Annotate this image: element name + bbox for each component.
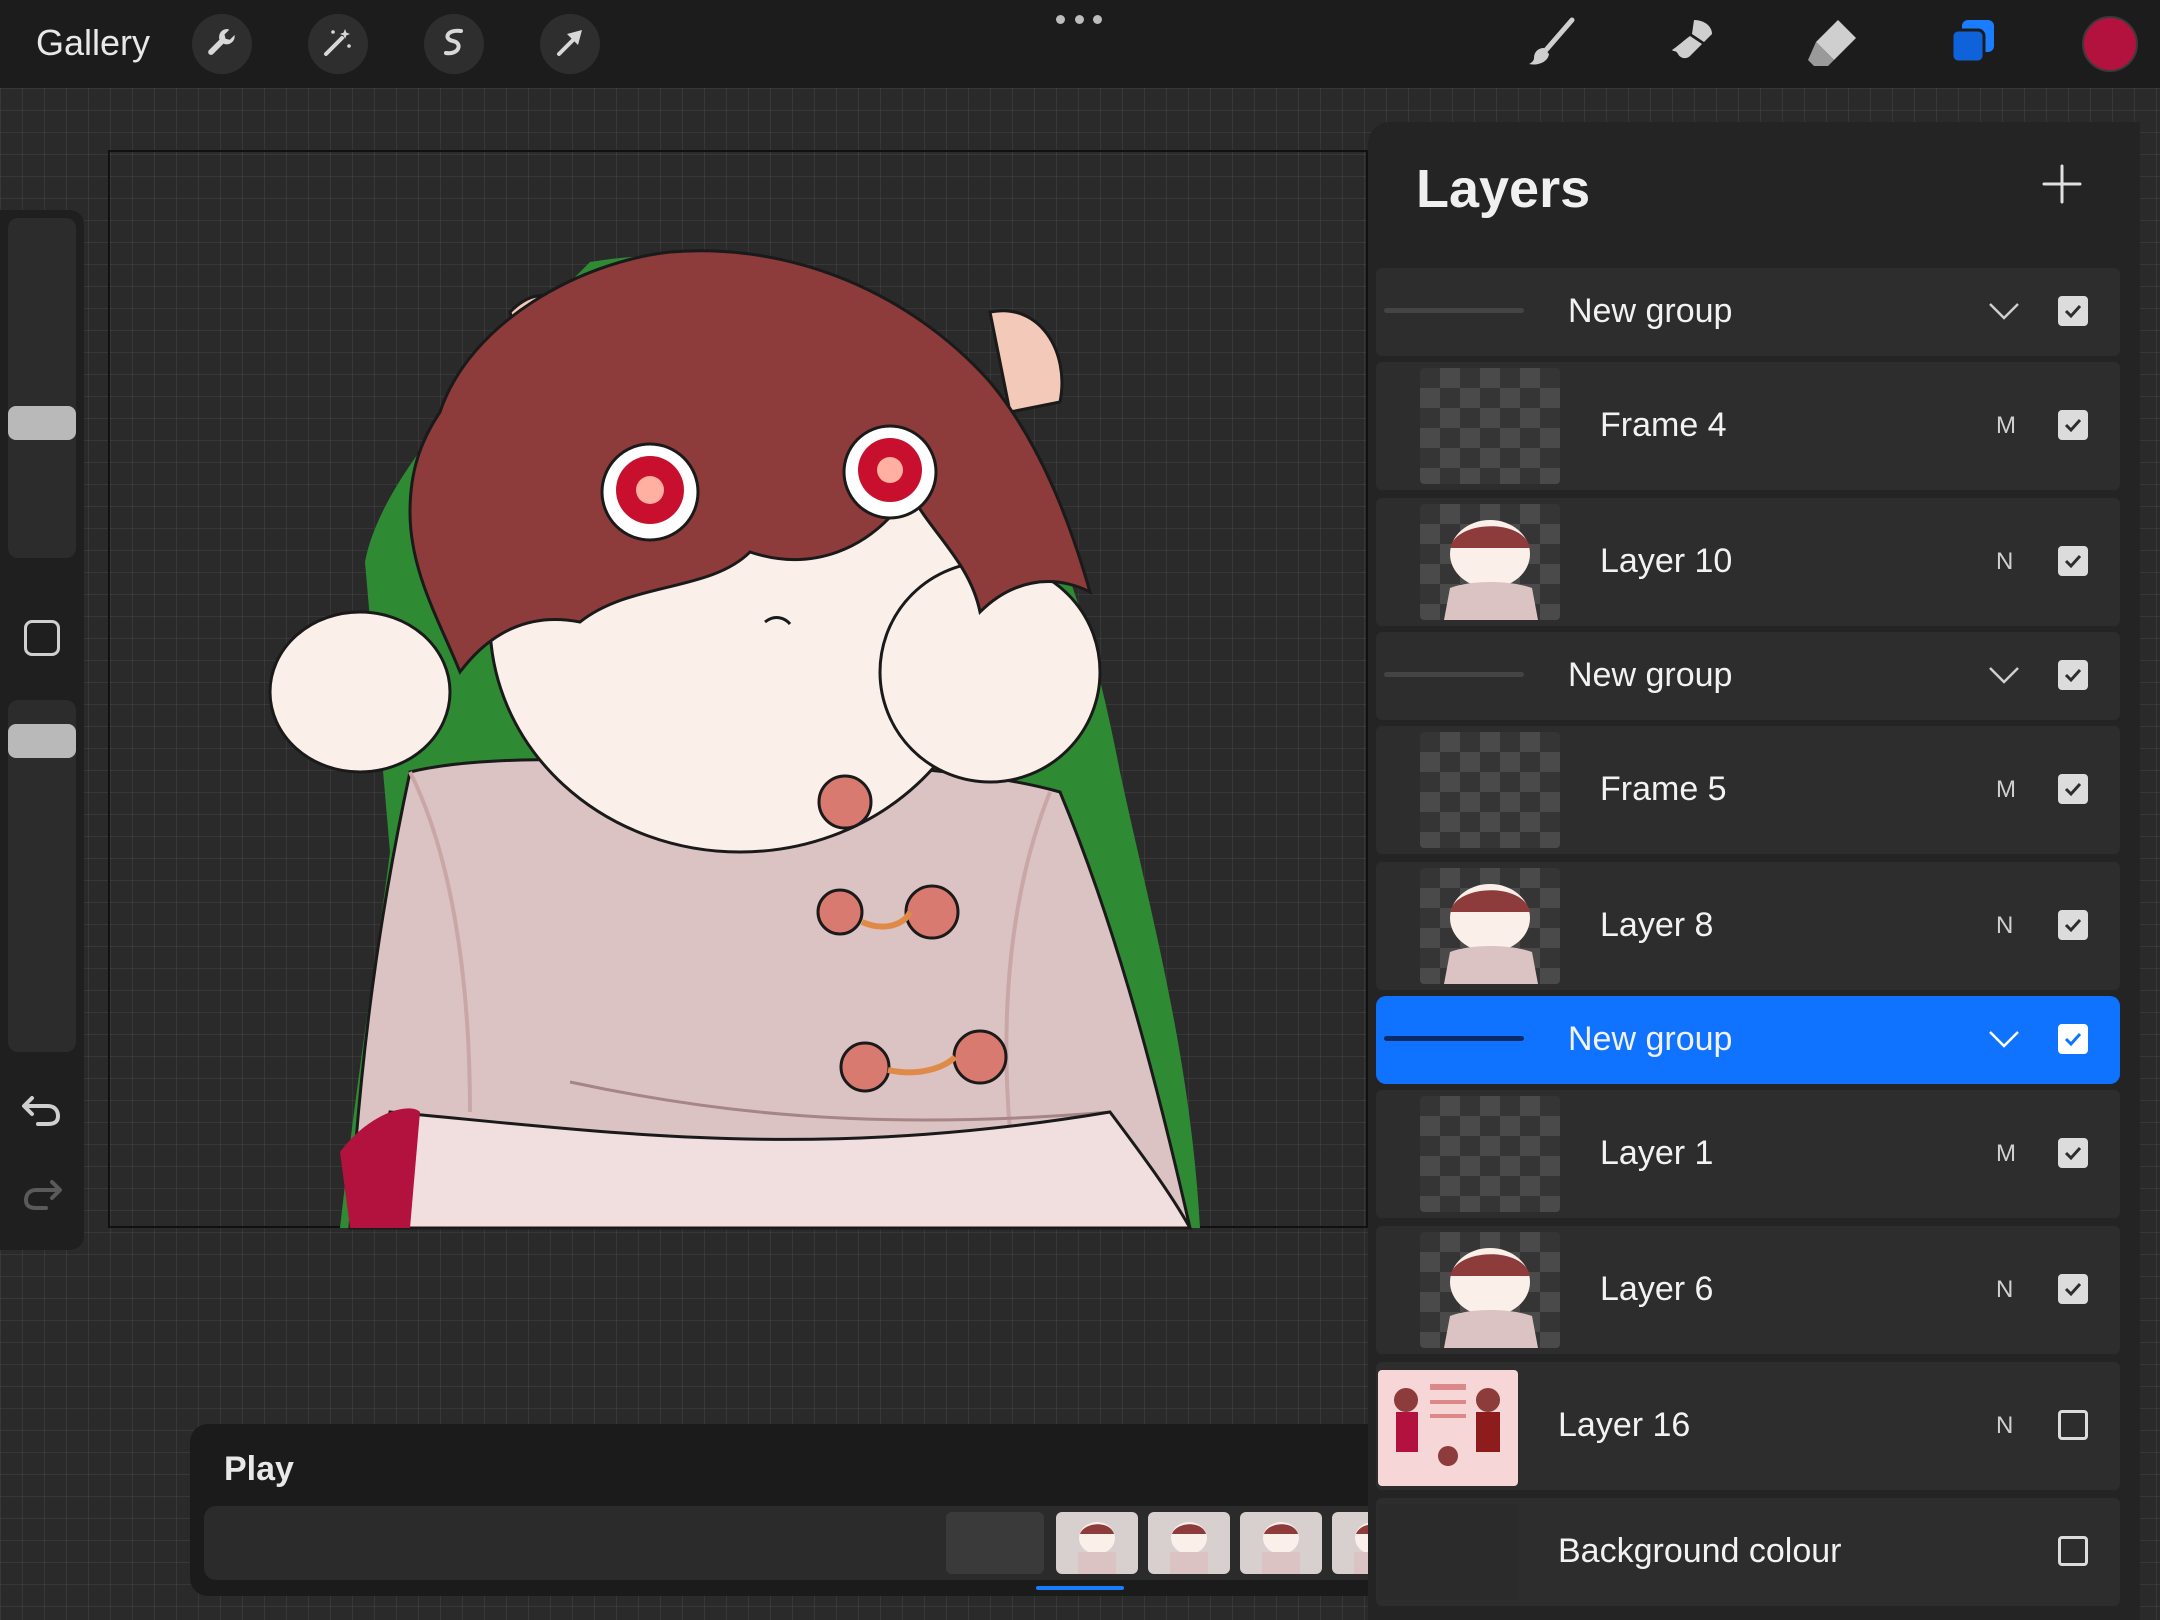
wrench-icon: [205, 25, 239, 64]
timeline-frame[interactable]: [1240, 1512, 1322, 1574]
more-options-icon[interactable]: [1056, 12, 1102, 26]
timeline-frame[interactable]: [946, 1512, 1044, 1574]
layer-thumbnail: [1420, 1096, 1560, 1212]
layer-name: Frame 5: [1600, 770, 1727, 808]
visibility-checkbox[interactable]: [2058, 774, 2088, 804]
visibility-checkbox[interactable]: [2058, 1138, 2088, 1168]
chevron-down-icon[interactable]: [1986, 1028, 2022, 1052]
character-artwork: [268, 249, 1200, 1230]
chevron-down-icon[interactable]: [1986, 300, 2022, 324]
animation-timeline: Play: [190, 1424, 1370, 1596]
brush-tool-button[interactable]: [1520, 12, 1584, 76]
layer-row[interactable]: Layer 6 N: [1376, 1226, 2120, 1354]
undo-icon: [20, 1096, 64, 1134]
layer-name: New group: [1568, 1020, 1733, 1058]
timeline-frame[interactable]: [1148, 1512, 1230, 1574]
magic-wand-icon: [321, 25, 355, 64]
layers-panel: Layers New group Frame 4 M Layer 10 N Ne…: [1368, 122, 2140, 1620]
smudge-icon: [1664, 14, 1720, 75]
eraser-icon: [1804, 14, 1860, 75]
visibility-checkbox[interactable]: [2058, 1410, 2088, 1440]
blend-mode-label[interactable]: N: [1996, 1412, 2013, 1440]
blend-mode-label[interactable]: M: [1996, 776, 2016, 804]
layer-group-row[interactable]: New group: [1376, 632, 2120, 720]
layer-name: Layer 1: [1600, 1134, 1714, 1172]
blend-mode-label[interactable]: N: [1996, 548, 2013, 576]
layer-name: Layer 8: [1600, 906, 1714, 944]
selection-button[interactable]: [424, 14, 484, 74]
timeline-frame[interactable]: [1056, 1512, 1138, 1574]
color-picker-button[interactable]: [2082, 16, 2138, 72]
layers-title: Layers: [1416, 159, 1591, 219]
visibility-checkbox[interactable]: [2058, 546, 2088, 576]
layer-name: Layer 10: [1600, 542, 1733, 580]
visibility-checkbox[interactable]: [2058, 410, 2088, 440]
drawing-canvas[interactable]: [108, 150, 1368, 1230]
layer-name: Layer 6: [1600, 1270, 1714, 1308]
smudge-tool-button[interactable]: [1660, 12, 1724, 76]
group-indicator: [1384, 308, 1524, 313]
layer-thumbnail: [1420, 1232, 1560, 1348]
layer-thumbnail: [1420, 504, 1560, 620]
layers-tool-button[interactable]: [1940, 12, 2004, 76]
top-toolbar: Gallery: [0, 0, 2160, 88]
layer-group-row-selected[interactable]: New group: [1376, 996, 2120, 1084]
frames-strip[interactable]: [204, 1506, 1370, 1580]
plus-icon: [2040, 164, 2084, 210]
layer-row[interactable]: Frame 5 M: [1376, 726, 2120, 854]
brush-size-slider[interactable]: [8, 218, 76, 558]
visibility-checkbox[interactable]: [2058, 296, 2088, 326]
layer-thumbnail: [1420, 732, 1560, 848]
visibility-checkbox[interactable]: [2058, 1024, 2088, 1054]
redo-icon: [20, 1180, 64, 1218]
blend-mode-label[interactable]: N: [1996, 1276, 2013, 1304]
add-layer-button[interactable]: [2040, 162, 2084, 206]
gallery-button[interactable]: Gallery: [36, 22, 150, 64]
layer-thumbnail: [1420, 368, 1560, 484]
transform-button[interactable]: [540, 14, 600, 74]
brush-size-thumb[interactable]: [8, 406, 76, 440]
blend-mode-label[interactable]: N: [1996, 912, 2013, 940]
modify-button[interactable]: [24, 620, 60, 656]
undo-button[interactable]: [20, 1090, 64, 1130]
blend-mode-label[interactable]: M: [1996, 1140, 2016, 1168]
layer-group-row[interactable]: New group: [1376, 268, 2120, 356]
timeline-frame[interactable]: [1332, 1512, 1370, 1574]
layer-name: Frame 4: [1600, 406, 1727, 444]
layer-name: New group: [1568, 656, 1733, 694]
layer-row[interactable]: Layer 8 N: [1376, 862, 2120, 990]
layers-icon: [1944, 14, 2000, 75]
visibility-checkbox[interactable]: [2058, 910, 2088, 940]
visibility-checkbox[interactable]: [2058, 1274, 2088, 1304]
play-button[interactable]: Play: [224, 1450, 294, 1489]
layer-row[interactable]: Layer 1 M: [1376, 1090, 2120, 1218]
background-colour-row[interactable]: Background colour: [1376, 1498, 2120, 1606]
blend-mode-label[interactable]: M: [1996, 412, 2016, 440]
selection-s-icon: [437, 25, 471, 64]
layer-name: Background colour: [1558, 1532, 1842, 1570]
opacity-thumb[interactable]: [8, 724, 76, 758]
background-colour-swatch[interactable]: [1378, 1504, 1518, 1600]
left-sidebar: [0, 210, 84, 1250]
eraser-tool-button[interactable]: [1800, 12, 1864, 76]
layer-row[interactable]: Frame 4 M: [1376, 362, 2120, 490]
layer-row[interactable]: Layer 10 N: [1376, 498, 2120, 626]
layer-name: New group: [1568, 292, 1733, 330]
chevron-down-icon[interactable]: [1986, 664, 2022, 688]
group-indicator: [1384, 672, 1524, 677]
layer-thumbnail: [1378, 1370, 1518, 1486]
layer-name: Layer 16: [1558, 1406, 1691, 1444]
visibility-checkbox[interactable]: [2058, 660, 2088, 690]
visibility-checkbox[interactable]: [2058, 1536, 2088, 1566]
layer-row[interactable]: Layer 16 N: [1376, 1362, 2120, 1490]
adjustments-button[interactable]: [308, 14, 368, 74]
actions-button[interactable]: [192, 14, 252, 74]
transform-arrow-icon: [553, 25, 587, 64]
current-frame-indicator: [1036, 1586, 1124, 1590]
layer-thumbnail: [1420, 868, 1560, 984]
redo-button[interactable]: [20, 1174, 64, 1214]
group-indicator: [1384, 1036, 1524, 1041]
brush-icon: [1524, 14, 1580, 75]
